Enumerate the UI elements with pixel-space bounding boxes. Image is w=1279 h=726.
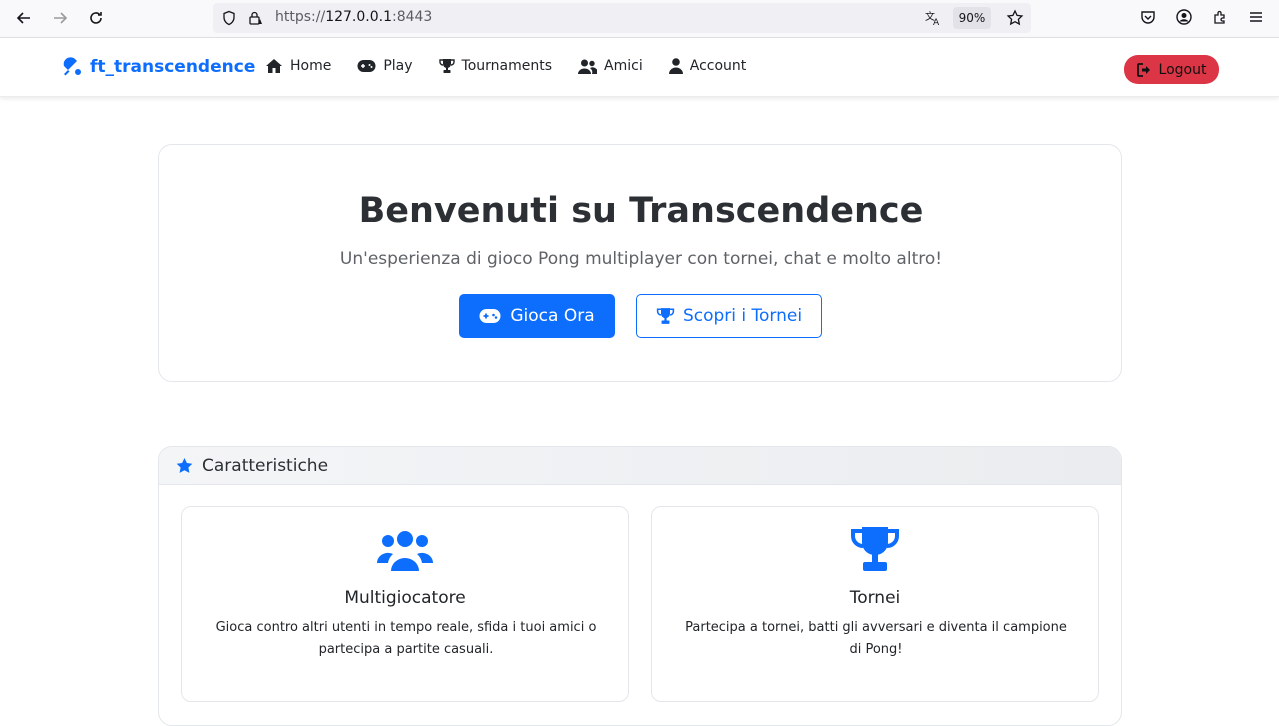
nav-account-label: Account: [689, 58, 747, 74]
discover-tournaments-button[interactable]: Scopri i Tornei: [636, 294, 822, 338]
back-arrow-icon: [16, 12, 30, 24]
play-now-label: Gioca Ora: [510, 306, 595, 326]
home-icon: [266, 59, 282, 73]
user-icon: [668, 58, 683, 74]
feature-title: Tornei: [849, 588, 901, 608]
nav-account[interactable]: Account: [668, 58, 747, 74]
feature-description: Partecipa a tornei, batti gli avversari …: [685, 620, 1067, 657]
forward-button[interactable]: [47, 6, 73, 30]
feature-card-multiplayer: Multigiocatore Gioca contro altri utenti…: [181, 506, 629, 702]
extensions-icon[interactable]: [1210, 7, 1230, 27]
hero-title: Benvenuti su Transcendence: [358, 191, 924, 231]
nav-links: Home Play Tournaments Amici Account: [265, 58, 746, 74]
star-icon: [176, 457, 193, 473]
bookmark-star-icon[interactable]: [1006, 9, 1024, 27]
nav-amici-label: Amici: [604, 58, 643, 74]
features-header-title: Caratteristiche: [202, 455, 329, 476]
sign-out-icon: [1136, 62, 1150, 77]
app-navbar: ft_transcendence Home Play Tournaments A…: [0, 38, 1279, 97]
features-header: Caratteristiche: [159, 447, 1121, 485]
gamepad-icon: [357, 60, 376, 72]
pocket-icon[interactable]: [1138, 7, 1158, 27]
url-port: :8443: [391, 9, 433, 25]
users-icon: [377, 531, 433, 571]
browser-toolbar: https://127.0.0.1:8443 文A 90%: [0, 0, 1279, 38]
feature-card-tournaments: Tornei Partecipa a tornei, batti gli avv…: [651, 506, 1099, 702]
forward-arrow-icon: [54, 12, 68, 24]
table-tennis-icon: [63, 57, 81, 76]
translate-icon[interactable]: 文A: [924, 9, 942, 27]
logout-label: Logout: [1158, 61, 1207, 78]
play-now-button[interactable]: Gioca Ora: [459, 294, 615, 338]
url-bar[interactable]: https://127.0.0.1:8443 文A 90%: [213, 3, 1031, 33]
svg-text:A: A: [933, 18, 940, 27]
reload-icon: [90, 12, 102, 24]
hamburger-menu-icon[interactable]: [1246, 7, 1266, 27]
reload-button[interactable]: [83, 6, 109, 30]
nav-amici[interactable]: Amici: [578, 58, 643, 74]
nav-play[interactable]: Play: [357, 58, 413, 74]
nav-home[interactable]: Home: [265, 58, 331, 74]
hero-subtitle: Un'esperienza di gioco Pong multiplayer …: [339, 249, 943, 269]
nav-tournaments-label: Tournaments: [461, 58, 553, 74]
gamepad-icon: [479, 309, 501, 323]
trophy-icon: [656, 308, 675, 324]
zoom-level-badge[interactable]: 90%: [953, 7, 991, 29]
hero-card: Benvenuti su Transcendence Un'esperienza…: [158, 144, 1122, 382]
brand-link[interactable]: ft_transcendence: [61, 57, 255, 77]
features-card: Caratteristiche Multigiocatore Gioca con…: [158, 446, 1122, 726]
insecure-lock-icon[interactable]: [247, 10, 263, 26]
nav-home-label: Home: [290, 58, 332, 74]
url-host: 127.0.0.1: [325, 9, 392, 25]
trophy-icon: [438, 59, 455, 73]
nav-play-label: Play: [383, 58, 413, 74]
shield-icon[interactable]: [221, 10, 237, 26]
brand-name: ft_transcendence: [90, 57, 256, 77]
logout-button[interactable]: Logout: [1124, 55, 1219, 84]
account-circle-icon[interactable]: [1174, 7, 1194, 27]
trophy-icon: [851, 527, 899, 571]
feature-title: Multigiocatore: [344, 588, 466, 608]
users-icon: [578, 59, 598, 74]
feature-description: Gioca contro altri utenti in tempo reale…: [215, 620, 597, 657]
url-scheme: https://: [275, 9, 326, 25]
nav-tournaments[interactable]: Tournaments: [438, 58, 553, 74]
url-text[interactable]: https://127.0.0.1:8443: [275, 9, 432, 25]
back-button[interactable]: [11, 6, 37, 30]
discover-tournaments-label: Scopri i Tornei: [682, 306, 803, 326]
